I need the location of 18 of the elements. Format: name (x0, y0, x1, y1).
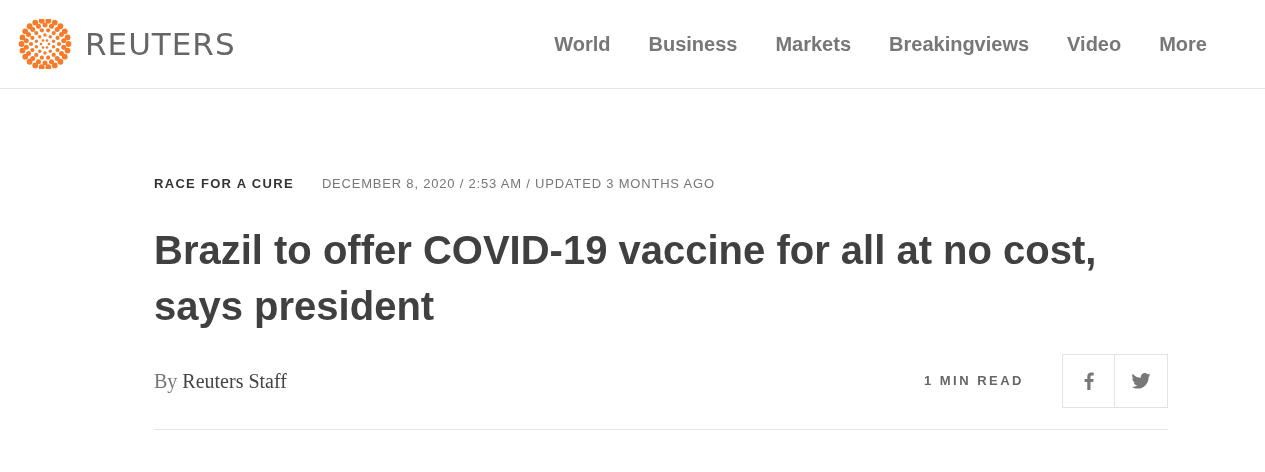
logo-text[interactable]: REUTERS (85, 20, 236, 68)
dateline: DECEMBER 8, 2020 / 2:53 AM / UPDATED 3 MONTHS AGO (321, 175, 715, 193)
section-label[interactable]: RACE FOR A CURE (154, 174, 294, 194)
logo-icon[interactable] (17, 19, 73, 69)
nav-link[interactable]: Breakingviews (889, 29, 1030, 59)
read-time: 1 MIN READ (923, 371, 1024, 390)
nav-link[interactable]: World (554, 29, 611, 59)
twitter-share-button[interactable] (1115, 353, 1168, 408)
bird-icon (1131, 372, 1151, 389)
byline-prefix: By (154, 368, 178, 395)
nav-link[interactable]: Business (648, 29, 738, 59)
facebook-share-button[interactable] (1062, 353, 1115, 408)
nav-link[interactable]: Markets (775, 29, 852, 59)
facebook-icon (1083, 371, 1094, 390)
nav-link[interactable]: More (1159, 29, 1207, 59)
author-name: Reuters Staff (182, 368, 287, 394)
headline: Brazil to offer COVID-19 vaccine for all at no cost, says president (154, 226, 1098, 330)
nav-link[interactable]: Video (1067, 29, 1122, 59)
